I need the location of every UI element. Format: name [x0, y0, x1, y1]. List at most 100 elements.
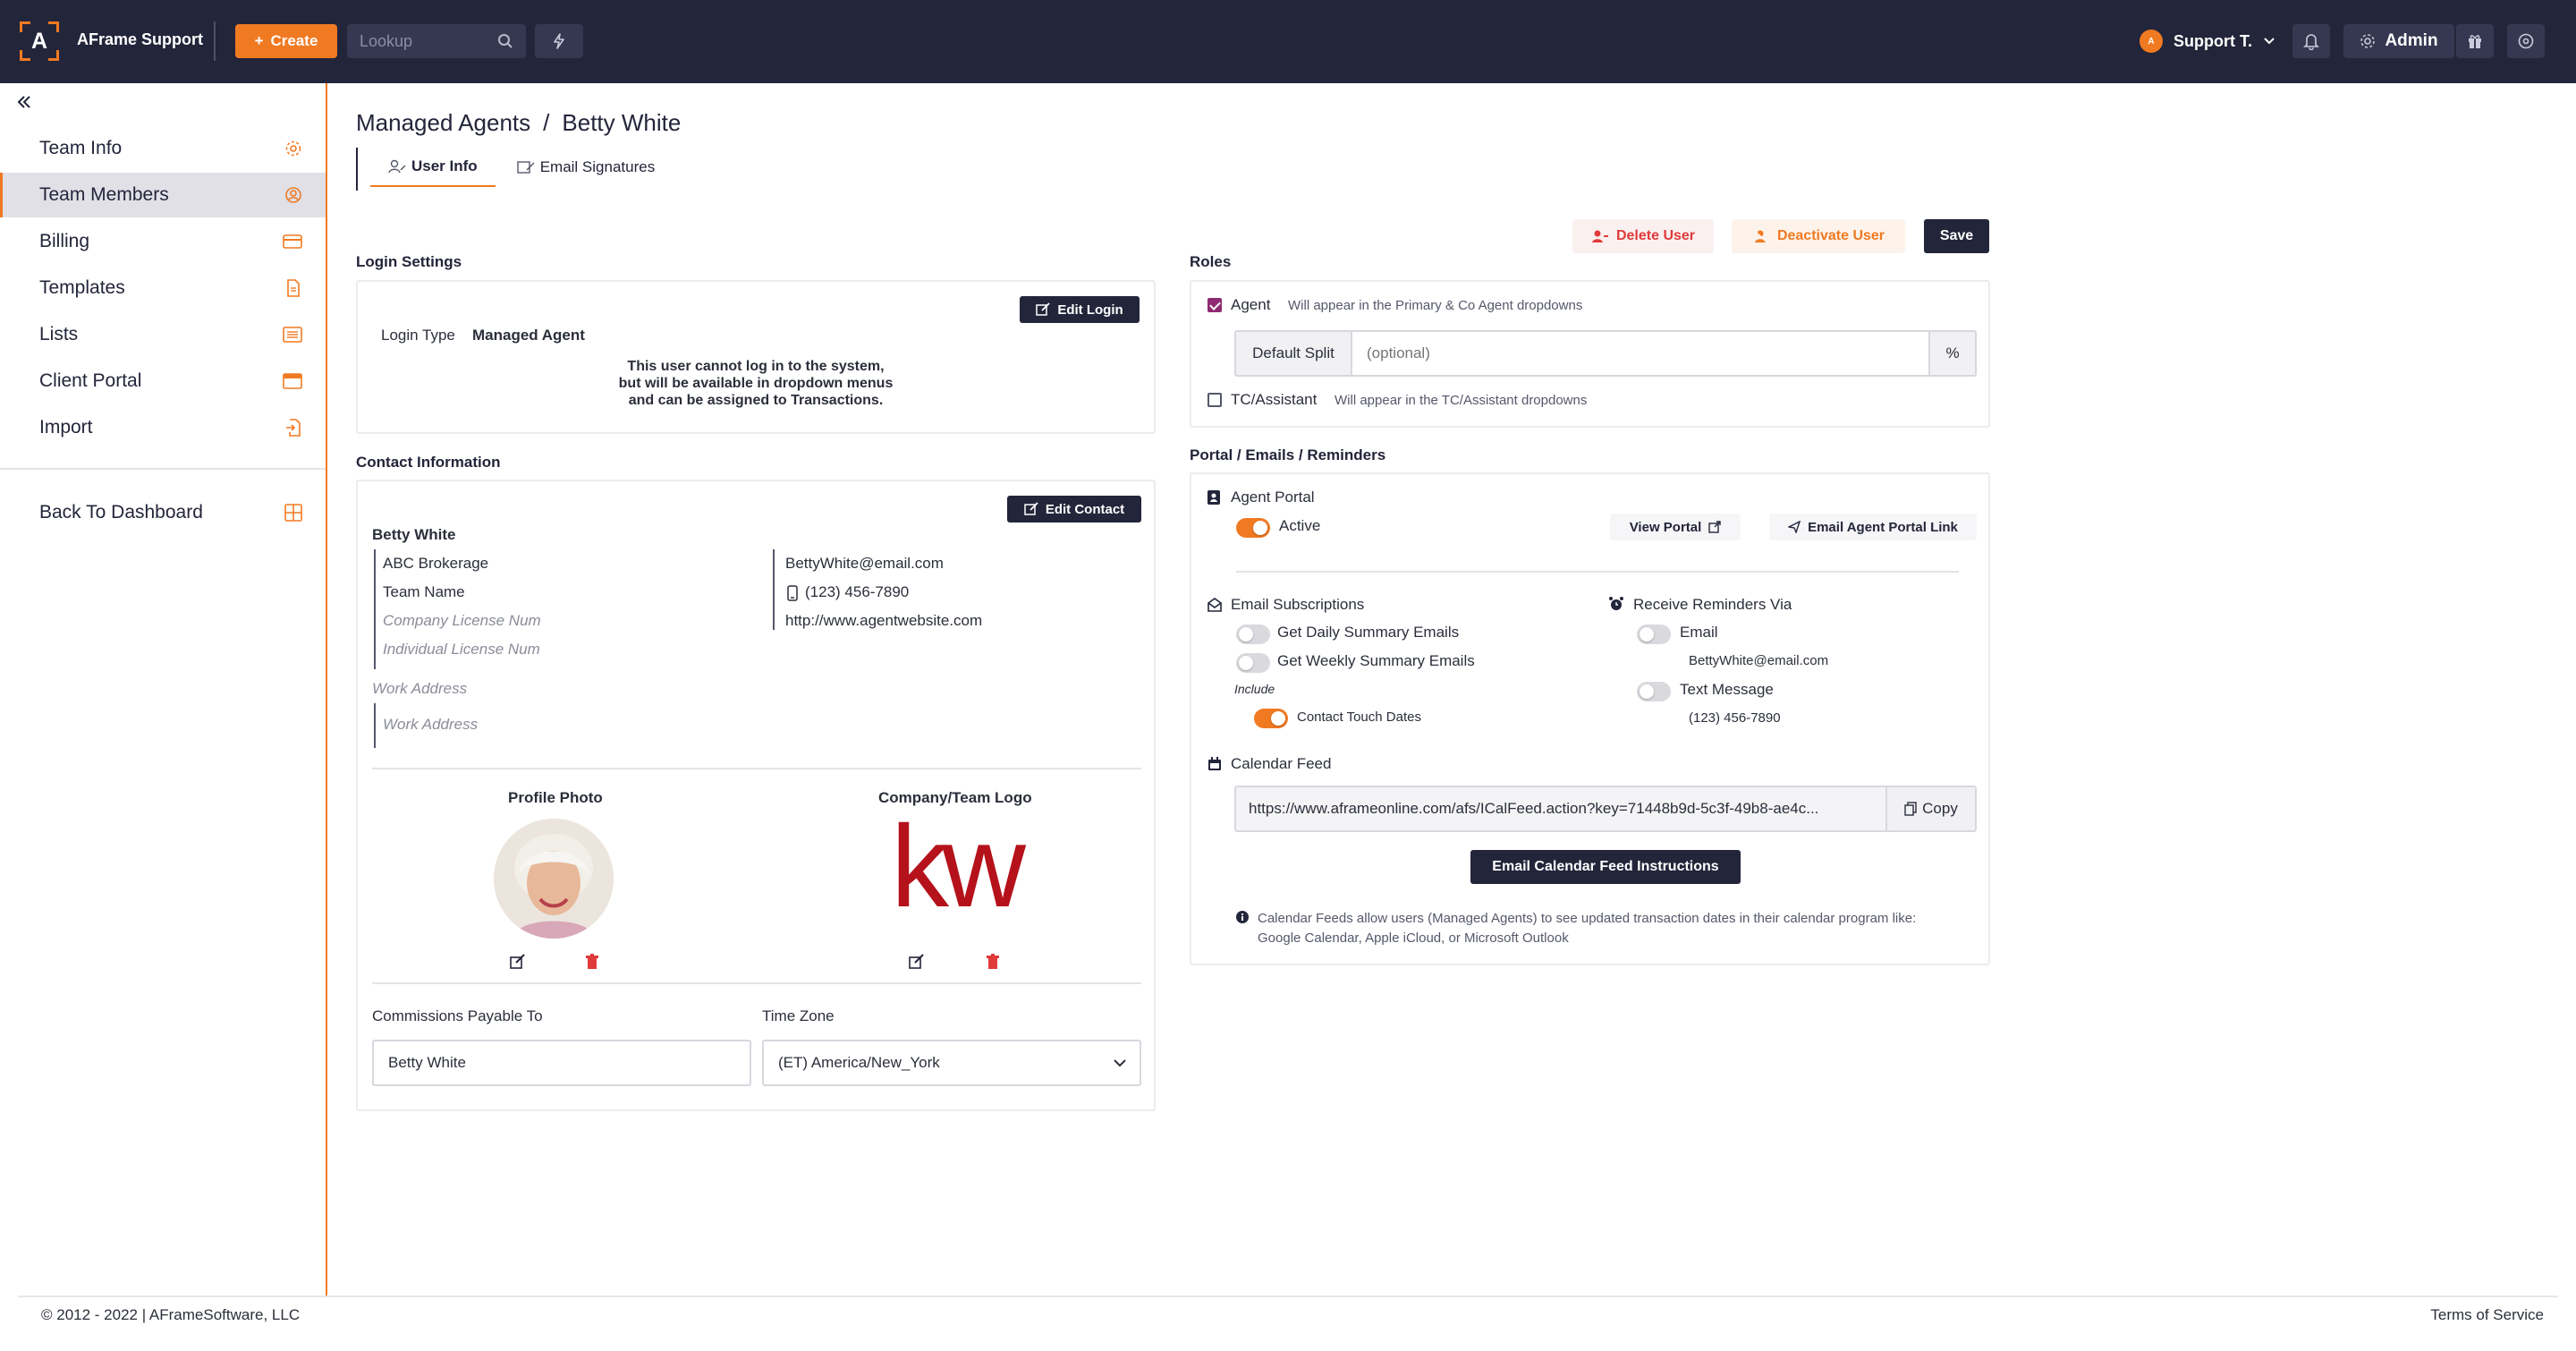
- create-button[interactable]: + Create: [235, 24, 337, 58]
- contact-info-panel: Edit Contact Betty White ABC Brokerage T…: [356, 480, 1156, 1111]
- contact-email[interactable]: BettyWhite@email.com: [785, 555, 944, 573]
- document-icon: [287, 279, 300, 297]
- edit-logo-icon[interactable]: [909, 954, 925, 970]
- daily-summary-label: Get Daily Summary Emails: [1277, 624, 1460, 641]
- copy-url-button[interactable]: Copy: [1885, 787, 1975, 830]
- save-button[interactable]: Save: [1924, 219, 1989, 253]
- timezone-label: Time Zone: [762, 1007, 835, 1024]
- tab-bar: User Info Email Signatures: [356, 148, 673, 191]
- contact-brokerage: ABC Brokerage: [383, 555, 489, 572]
- notifications-button[interactable]: [2292, 24, 2330, 58]
- aframe-logo-icon[interactable]: A: [20, 21, 59, 61]
- calendar-feed-group: https://www.aframeonline.com/afs/ICalFee…: [1234, 786, 1977, 832]
- edit-icon: [1024, 502, 1038, 515]
- alarm-clock-icon: [1609, 597, 1623, 610]
- user-circle-icon: [285, 187, 301, 203]
- copyright-text: © 2012 - 2022 | AFrameSoftware, LLC: [41, 1306, 301, 1323]
- sidebar-item-templates[interactable]: Templates: [0, 266, 326, 310]
- delete-photo-icon[interactable]: [585, 954, 599, 970]
- sidebar-item-team-info[interactable]: Team Info: [0, 126, 326, 171]
- help-button[interactable]: [2507, 24, 2545, 58]
- sidebar-item-team-members[interactable]: Team Members: [0, 173, 326, 217]
- sidebar-item-lists[interactable]: Lists: [0, 312, 326, 357]
- sidebar-item-import[interactable]: Import: [0, 405, 326, 450]
- reminder-email-toggle[interactable]: [1637, 625, 1671, 644]
- calendar-feed-url[interactable]: https://www.aframeonline.com/afs/ICalFee…: [1249, 800, 1875, 818]
- tab-user-info[interactable]: User Info: [370, 148, 496, 187]
- contact-website[interactable]: http://www.agentwebsite.com: [785, 612, 982, 630]
- user-name: Support T.: [2174, 31, 2252, 50]
- user-menu[interactable]: A Support T.: [2140, 27, 2275, 55]
- contact-team-name: Team Name: [383, 583, 465, 600]
- copy-icon: [1904, 802, 1917, 816]
- email-calendar-instructions-button[interactable]: Email Calendar Feed Instructions: [1470, 850, 1741, 884]
- include-label: Include: [1234, 682, 1275, 696]
- commissions-label: Commissions Payable To: [372, 1007, 543, 1024]
- default-split-label: Default Split: [1236, 332, 1352, 375]
- collapse-sidebar-icon[interactable]: [16, 94, 32, 110]
- credit-card-icon: [283, 234, 302, 249]
- calendar-info-line2: Google Calendar, Apple iCloud, or Micros…: [1258, 930, 1569, 946]
- sidebar-item-client-portal[interactable]: Client Portal: [0, 359, 326, 404]
- lookup-input[interactable]: [347, 24, 490, 58]
- terms-of-service-link[interactable]: Terms of Service: [2430, 1306, 2544, 1324]
- tc-assistant-checkbox[interactable]: [1208, 393, 1222, 407]
- edit-photo-icon[interactable]: [510, 954, 526, 970]
- phone-icon: [787, 585, 798, 601]
- commissions-input[interactable]: Betty White: [372, 1040, 751, 1086]
- timezone-select[interactable]: (ET) America/New_York: [762, 1040, 1141, 1086]
- breadcrumb-separator: /: [543, 109, 550, 136]
- commissions-value: Betty White: [388, 1054, 466, 1071]
- delete-user-button[interactable]: Delete User: [1572, 219, 1714, 253]
- lookup-field: [347, 24, 526, 58]
- calendar-info-line1: Calendar Feeds allow users (Managed Agen…: [1258, 911, 1917, 926]
- default-split-input[interactable]: [1354, 332, 1927, 375]
- tab-email-signatures[interactable]: Email Signatures: [499, 148, 674, 187]
- receive-reminders-label: Receive Reminders Via: [1633, 596, 1792, 613]
- timezone-value: (ET) America/New_York: [778, 1054, 940, 1071]
- window-icon: [283, 373, 302, 389]
- plus-icon: +: [254, 32, 264, 49]
- gift-button[interactable]: [2456, 24, 2494, 58]
- deactivate-user-button[interactable]: Deactivate User: [1732, 219, 1905, 253]
- sidebar-item-back-to-dashboard[interactable]: Back To Dashboard: [0, 490, 326, 535]
- edit-contact-button[interactable]: Edit Contact: [1007, 496, 1141, 523]
- contact-phone[interactable]: (123) 456-7890: [805, 583, 909, 601]
- edit-login-button[interactable]: Edit Login: [1020, 296, 1140, 323]
- copy-label: Copy: [1922, 800, 1958, 817]
- portal-user-icon: [1208, 490, 1220, 505]
- view-portal-button[interactable]: View Portal: [1610, 514, 1741, 540]
- reminder-text-toggle[interactable]: [1637, 682, 1671, 701]
- roles-panel: Agent Will appear in the Primary & Co Ag…: [1190, 280, 1990, 428]
- weekly-summary-toggle[interactable]: [1236, 653, 1270, 673]
- email-portal-link-button[interactable]: Email Agent Portal Link: [1769, 514, 1977, 540]
- contact-divider-2: [372, 982, 1141, 984]
- contact-name: Betty White: [372, 526, 456, 543]
- login-notice-line1: This user cannot log in to the system,: [627, 359, 885, 374]
- bell-icon: [2303, 34, 2319, 50]
- tc-assistant-hint: Will appear in the TC/Assistant dropdown…: [1335, 393, 1588, 408]
- sidebar-item-billing[interactable]: Billing: [0, 219, 326, 264]
- delete-logo-icon[interactable]: [986, 954, 1000, 970]
- contact-touch-dates-toggle[interactable]: [1254, 709, 1288, 728]
- daily-summary-toggle[interactable]: [1236, 625, 1270, 644]
- send-icon: [1788, 521, 1801, 533]
- sidebar-item-label: Import: [39, 417, 93, 438]
- work-address-placeholder: Work Address: [383, 716, 479, 733]
- agent-checkbox[interactable]: [1208, 298, 1222, 312]
- breadcrumb-parent-link[interactable]: Managed Agents: [356, 109, 530, 136]
- search-icon[interactable]: [497, 33, 513, 49]
- portal-panel: Agent Portal Active View Portal Email Ag…: [1190, 472, 1990, 965]
- login-settings-panel: Edit Login Login Type Managed Agent This…: [356, 280, 1156, 434]
- agent-portal-label: Agent Portal: [1231, 489, 1315, 506]
- tab-label: Email Signatures: [539, 158, 656, 175]
- company-license-placeholder: Company License Num: [383, 612, 541, 629]
- admin-button[interactable]: Admin: [2343, 24, 2454, 58]
- quick-actions-button[interactable]: [535, 24, 583, 58]
- portal-active-toggle[interactable]: [1236, 518, 1270, 538]
- individual-license-placeholder: Individual License Num: [383, 641, 540, 658]
- edit-icon: [1036, 302, 1050, 316]
- profile-photo-image: [494, 819, 614, 939]
- sidebar-item-label: Templates: [39, 277, 125, 298]
- work-address-label: Work Address: [372, 680, 468, 697]
